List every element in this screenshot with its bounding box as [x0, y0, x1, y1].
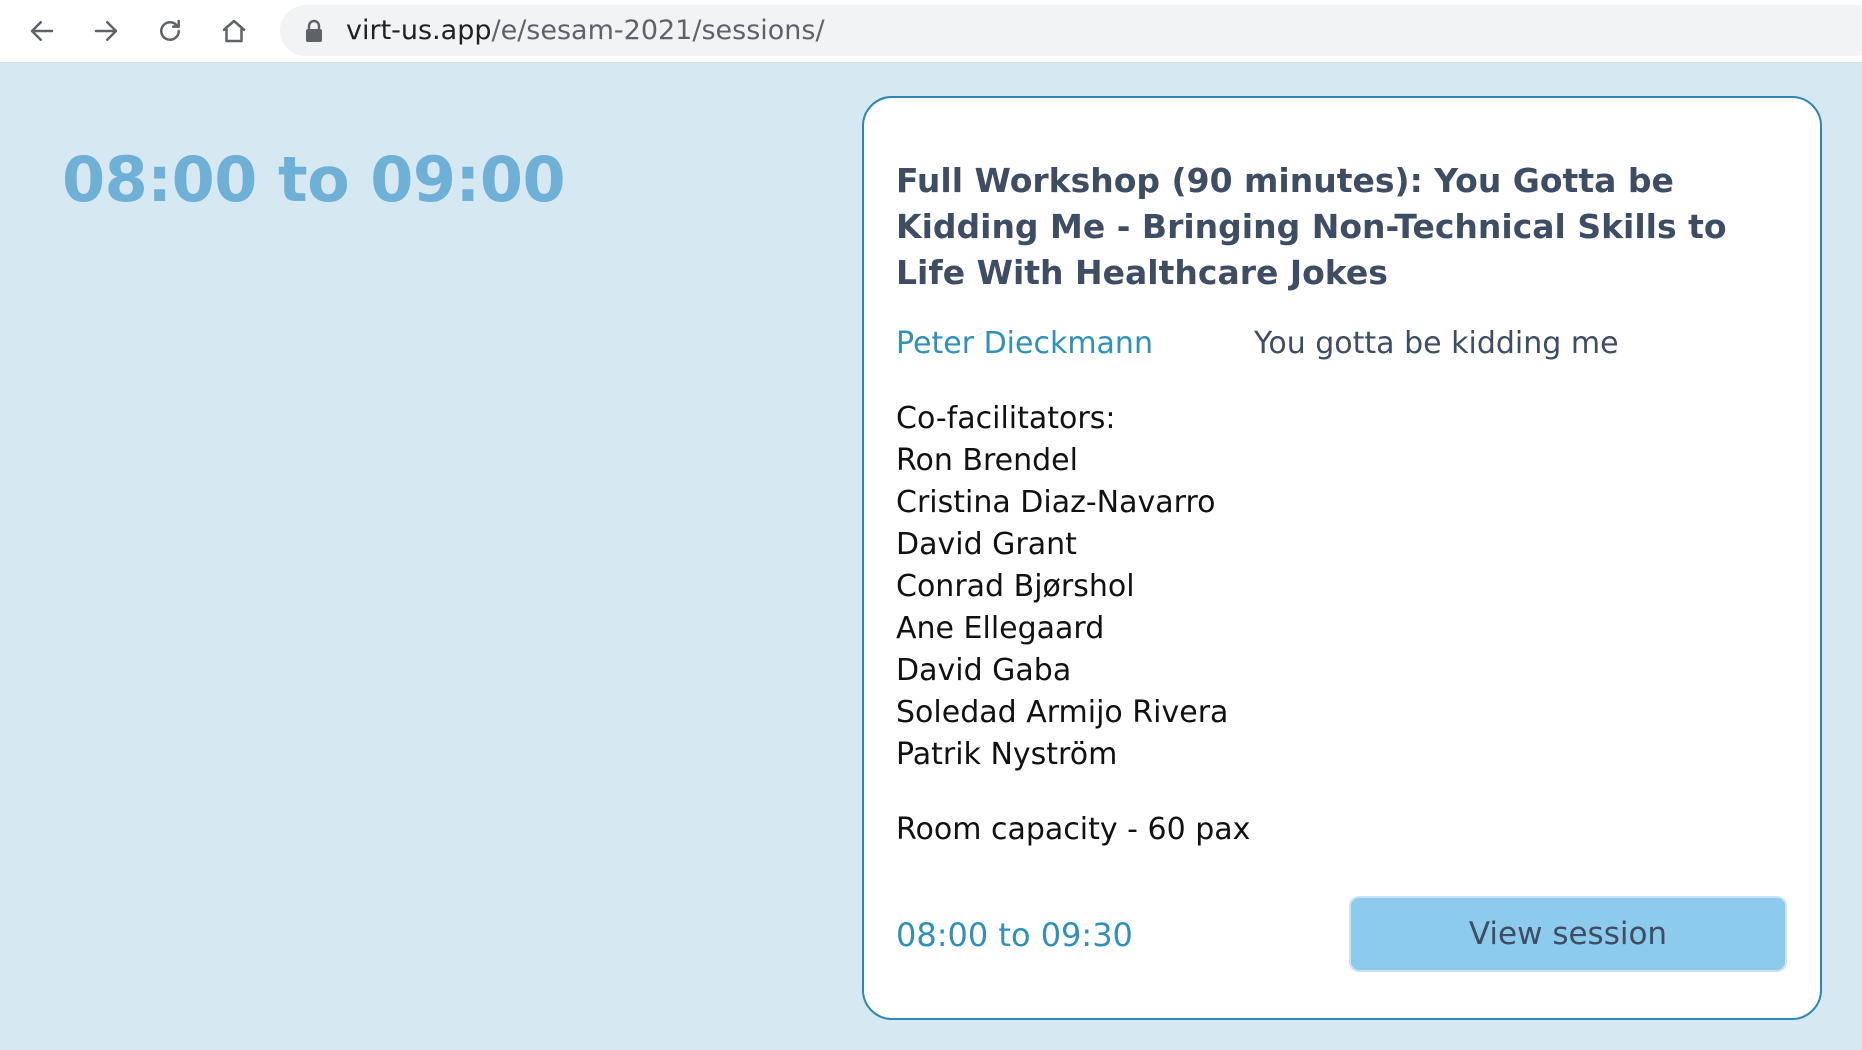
forward-button[interactable] — [84, 9, 128, 53]
url-host: virt-us.app — [346, 15, 492, 46]
url-text: virt-us.app/e/sesam-2021/sessions/ — [346, 5, 825, 56]
cofacilitator-name: Soledad Armijo Rivera — [896, 695, 1229, 730]
home-icon — [222, 19, 246, 43]
browser-toolbar: virt-us.app/e/sesam-2021/sessions/ — [0, 0, 1862, 63]
cofacilitator-name: Cristina Diaz-Navarro — [896, 485, 1216, 520]
speaker-link[interactable]: Peter Dieckmann — [896, 326, 1153, 361]
reload-button[interactable] — [148, 9, 192, 53]
timeslot-heading: 08:00 to 09:00 — [62, 143, 566, 216]
session-time: 08:00 to 09:30 — [896, 916, 1133, 954]
reload-icon — [160, 19, 180, 41]
cofacilitator-name: Ron Brendel — [896, 443, 1078, 478]
speaker-subtitle: You gotta be kidding me — [1254, 326, 1619, 361]
cofacilitator-name: David Gaba — [896, 653, 1072, 688]
view-session-button[interactable]: View session — [1349, 896, 1787, 972]
cofacilitator-name: Patrik Nyström — [896, 737, 1118, 772]
cofacilitator-name: David Grant — [896, 527, 1077, 562]
session-card: Full Workshop (90 minutes): You Gotta be… — [862, 96, 1822, 1020]
cofacilitators-label: Co-facilitators: — [896, 401, 1116, 436]
session-title[interactable]: Full Workshop (90 minutes): You Gotta be… — [896, 158, 1796, 296]
cofacilitators-list: Co-facilitators: Ron Brendel Cristina Di… — [896, 398, 1228, 776]
url-path: /e/sesam-2021/sessions/ — [491, 15, 825, 46]
lock-icon — [306, 19, 322, 42]
back-button[interactable] — [20, 9, 64, 53]
address-bar[interactable]: virt-us.app/e/sesam-2021/sessions/ — [280, 5, 1862, 56]
home-button[interactable] — [212, 9, 256, 53]
room-capacity: Room capacity - 60 pax — [896, 812, 1251, 847]
cofacilitator-name: Conrad Bjørshol — [896, 569, 1135, 604]
cofacilitator-name: Ane Ellegaard — [896, 611, 1105, 646]
back-arrow-icon — [30, 21, 54, 41]
forward-arrow-icon — [94, 21, 118, 41]
